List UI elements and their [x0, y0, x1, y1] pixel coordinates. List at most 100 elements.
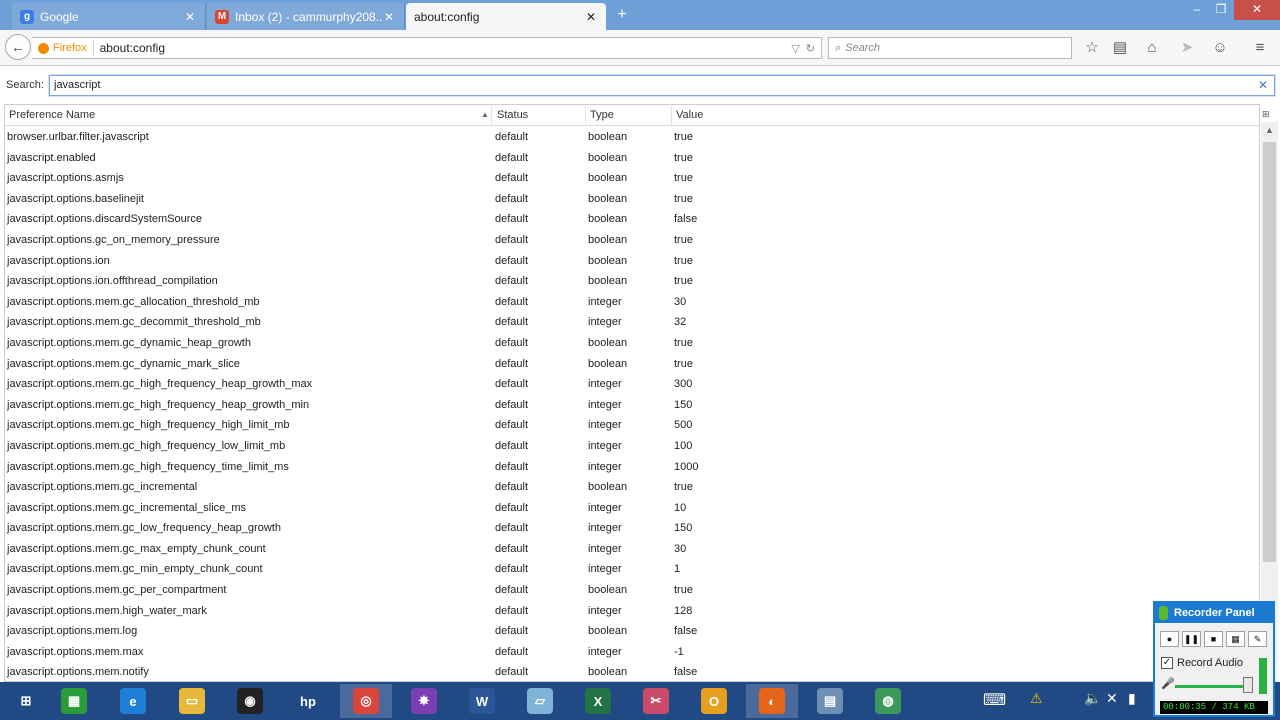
reload-icon[interactable]: ↻ [806, 42, 815, 55]
table-row[interactable]: javascript.options.mem.gc_allocation_thr… [5, 292, 1259, 313]
table-row[interactable]: javascript.options.mem.gc_per_compartmen… [5, 580, 1259, 601]
column-header-name[interactable]: Preference Name [9, 109, 95, 121]
settings-button[interactable]: ▦ [1226, 631, 1245, 647]
table-row[interactable]: javascript.options.mem.gc_incremental def… [5, 477, 1259, 498]
close-window-button[interactable]: ✕ [1234, 0, 1280, 20]
table-row[interactable]: javascript.options.mem.gc_min_empty_chun… [5, 559, 1259, 580]
volume-slider-handle[interactable] [1243, 677, 1253, 693]
tablet-app[interactable]: ▱ [514, 684, 566, 718]
vertical-scrollbar[interactable]: ▲ [1261, 122, 1278, 682]
close-tab-icon[interactable]: ✕ [183, 10, 197, 24]
record-audio-option[interactable]: ✓ Record Audio [1161, 657, 1243, 669]
tab-1[interactable]: M Inbox (2) - cammurphy208... ✕ [207, 3, 405, 30]
reading-list-icon[interactable]: ▤ [1111, 39, 1129, 57]
volume-slider-track[interactable] [1175, 685, 1249, 688]
media-app[interactable]: ✸ [398, 684, 450, 718]
url-text[interactable]: about:config [94, 41, 792, 55]
table-row[interactable]: javascript.options.mem.gc_dynamic_mark_s… [5, 354, 1259, 375]
pause-button[interactable]: ❚❚ [1182, 631, 1201, 647]
column-header-value[interactable]: Value [676, 109, 703, 121]
word-app[interactable]: W [456, 684, 508, 718]
chrome-app[interactable]: ◎ [340, 684, 392, 718]
internet-explorer-app[interactable]: e [107, 684, 159, 718]
recorder-title-bar[interactable]: Recorder Panel [1155, 603, 1273, 623]
table-row[interactable]: javascript.options.ion default boolean true [5, 251, 1259, 272]
pref-value: 1000 [674, 460, 699, 473]
table-row[interactable]: javascript.options.mem.gc_dynamic_heap_g… [5, 333, 1259, 354]
table-row[interactable]: javascript.options.discardSystemSource de… [5, 209, 1259, 230]
file-explorer-app[interactable]: ▭ [166, 684, 218, 718]
table-row[interactable]: javascript.options.mem.high_water_mark de… [5, 601, 1259, 622]
outlook-app[interactable]: O [688, 684, 740, 718]
column-divider[interactable] [671, 106, 672, 125]
pref-status: default [495, 233, 529, 246]
edit-button[interactable]: ✎ [1248, 631, 1267, 647]
calculator-app[interactable]: ▤ [804, 684, 856, 718]
pref-value: false [674, 666, 698, 679]
table-row[interactable]: javascript.enabled default boolean true [5, 148, 1259, 169]
table-row[interactable]: javascript.options.mem.gc_high_frequency… [5, 374, 1259, 395]
table-row[interactable]: javascript.options.mem.gc_max_empty_chun… [5, 539, 1259, 560]
table-row[interactable]: javascript.options.mem.gc_high_frequency… [5, 415, 1259, 436]
clear-search-icon[interactable]: ✕ [1258, 76, 1268, 95]
table-row[interactable]: javascript.options.mem.gc_high_frequency… [5, 395, 1259, 416]
table-row[interactable]: javascript.options.baselinejit default boo… [5, 189, 1259, 210]
scroll-up-arrow-icon[interactable]: ▲ [1261, 122, 1278, 139]
camera-app[interactable]: ◉ [224, 684, 276, 718]
home-icon[interactable]: ⌂ [1143, 39, 1161, 57]
start-button[interactable]: ⊞ [0, 684, 52, 718]
table-row[interactable]: javascript.options.mem.notify default bool… [5, 662, 1259, 681]
menu-icon[interactable]: ≡ [1251, 39, 1269, 57]
close-tab-icon[interactable]: ✕ [584, 10, 598, 24]
pref-type: boolean [588, 625, 628, 638]
table-row[interactable]: javascript.options.mem.gc_low_frequency_… [5, 518, 1259, 539]
pref-value: 500 [674, 419, 693, 432]
network-app[interactable]: ◍ [862, 684, 914, 718]
table-row[interactable]: javascript.options.mem.max default integer… [5, 642, 1259, 663]
bookmark-star-icon[interactable]: ☆ [1083, 39, 1101, 57]
close-tab-icon[interactable]: ✕ [382, 10, 396, 24]
url-bar[interactable]: Firefox about:config ▽ ↻ [32, 37, 822, 59]
store-app[interactable]: ▦ [48, 684, 100, 718]
table-row[interactable]: browser.urlbar.filter.javascript default b… [5, 127, 1259, 148]
table-row[interactable]: javascript.options.ion.offthread_compila… [5, 271, 1259, 292]
restore-button[interactable]: ❐ [1207, 0, 1235, 20]
column-divider[interactable] [491, 106, 492, 125]
firefox-app[interactable]: ◐ [746, 684, 798, 718]
table-row[interactable]: javascript.options.asmjs default boolean tr… [5, 168, 1259, 189]
snipping-app[interactable]: ✂ [630, 684, 682, 718]
keyboard-icon[interactable]: ⌨ [983, 690, 1006, 710]
scrollbar-thumb[interactable] [1263, 142, 1276, 562]
pref-status: default [495, 192, 529, 205]
table-row[interactable]: javascript.options.mem.gc_high_frequency… [5, 436, 1259, 457]
table-row[interactable]: javascript.options.mem.gc_high_frequency… [5, 457, 1259, 478]
chat-icon[interactable]: ☺ [1211, 39, 1229, 57]
table-body: browser.urlbar.filter.javascript default b… [5, 127, 1259, 681]
table-row[interactable]: javascript.options.mem.gc_incremental_sl… [5, 498, 1259, 519]
network-status-icon[interactable]: ✕ [1106, 690, 1118, 707]
tab-2[interactable]: about:config ✕ [406, 3, 606, 30]
record-button[interactable]: ● [1160, 631, 1179, 647]
table-row[interactable]: javascript.options.gc_on_memory_pressure… [5, 230, 1259, 251]
new-tab-button[interactable]: + [612, 5, 632, 25]
back-button[interactable]: ← [5, 34, 31, 60]
config-search-input[interactable]: javascript ✕ [49, 75, 1275, 96]
dropdown-arrow-icon[interactable]: ▽ [791, 42, 799, 55]
warning-icon[interactable]: ⚠ [1030, 690, 1043, 707]
table-row[interactable]: javascript.options.mem.gc_decommit_thres… [5, 312, 1259, 333]
record-audio-checkbox[interactable]: ✓ [1161, 657, 1173, 669]
hp-app[interactable]: hp [282, 684, 334, 718]
excel-app[interactable]: X [572, 684, 624, 718]
table-row[interactable]: javascript.options.mem.log default boolean… [5, 621, 1259, 642]
search-bar[interactable]: ⌕ Search [828, 37, 1072, 59]
tab-0[interactable]: g Google ✕ [12, 3, 206, 30]
volume-icon[interactable]: 🔈 [1084, 690, 1101, 707]
column-header-status[interactable]: Status [497, 109, 528, 121]
send-icon[interactable]: ➤ [1178, 39, 1196, 57]
battery-icon[interactable]: ▮ [1128, 690, 1136, 707]
column-header-type[interactable]: Type [590, 109, 614, 121]
stop-button[interactable]: ■ [1204, 631, 1223, 647]
identity-box[interactable]: Firefox [32, 40, 94, 56]
column-divider[interactable] [585, 106, 586, 125]
column-picker-icon[interactable]: ⊞ [1262, 109, 1274, 121]
